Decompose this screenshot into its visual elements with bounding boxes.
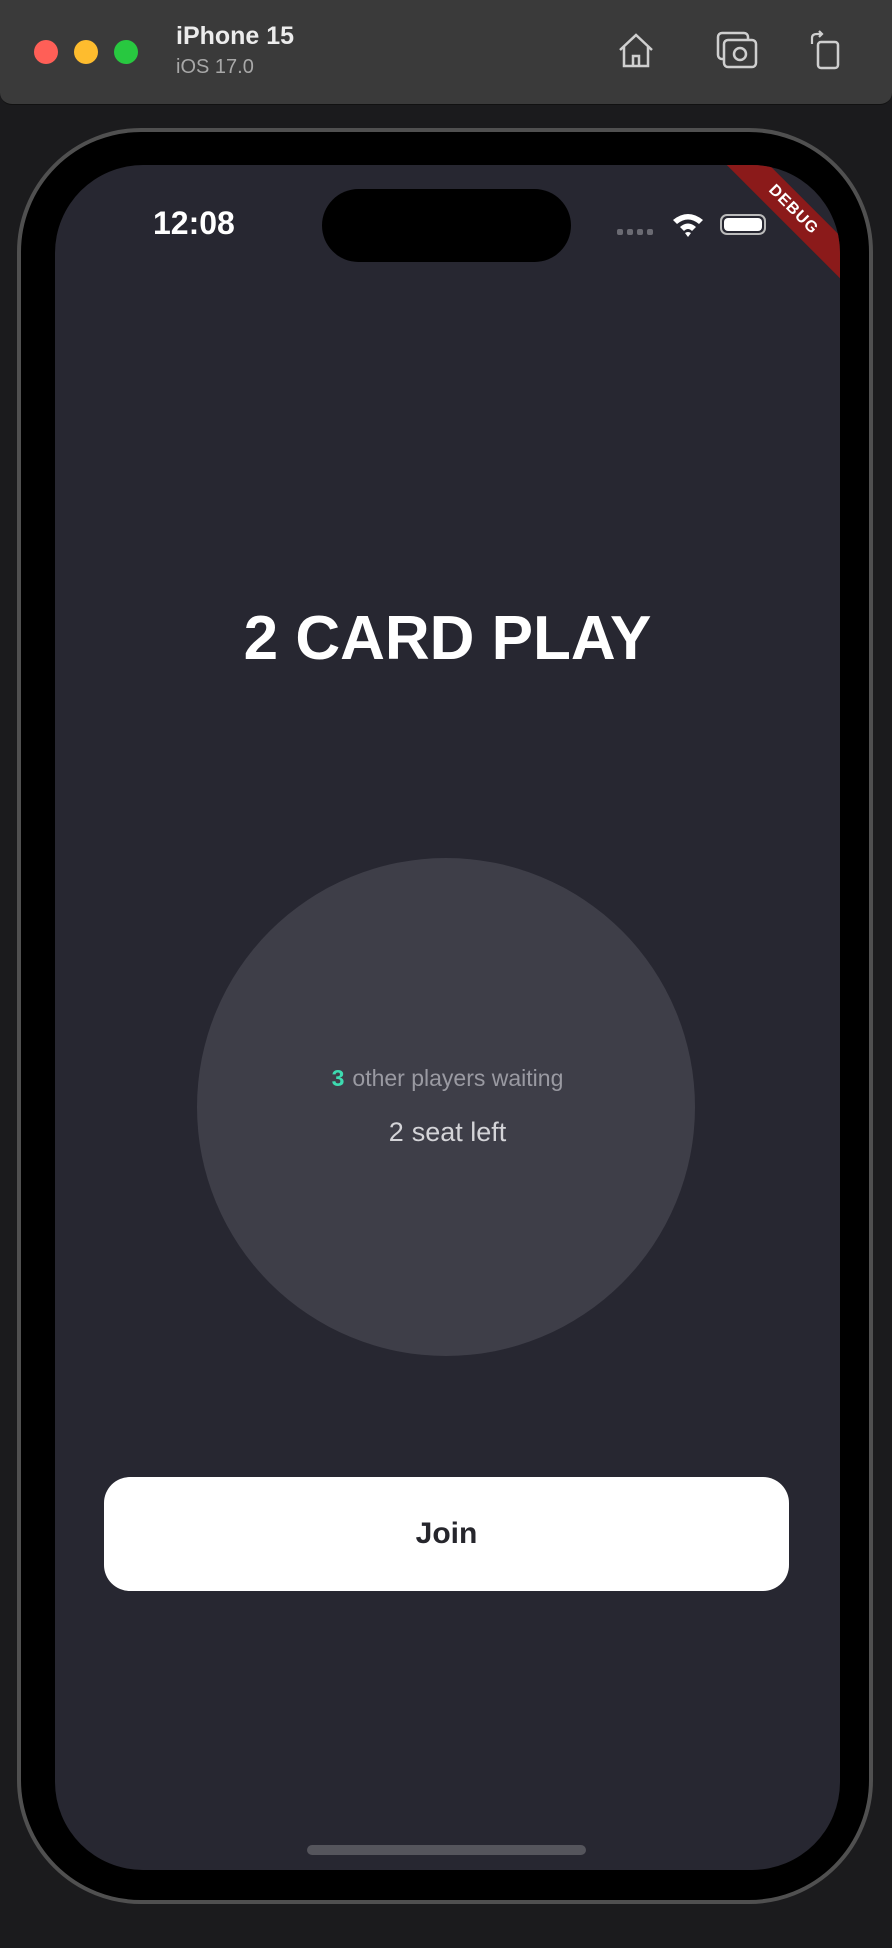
wifi-icon [673, 214, 703, 237]
home-indicator[interactable] [307, 1845, 586, 1855]
waiting-count: 3 [331, 1065, 345, 1091]
join-button[interactable]: Join [104, 1477, 789, 1591]
seats-label: seat left [411, 1117, 507, 1147]
rotate-icon[interactable] [804, 30, 848, 70]
window-zoom-button[interactable] [114, 40, 138, 64]
waiting-label: other players waiting [352, 1065, 564, 1091]
simulator-title-bar: iPhone 15 iOS 17.0 [0, 0, 892, 105]
cellular-signal-icon [617, 229, 653, 235]
os-version: iOS 17.0 [176, 56, 254, 78]
seats-left-text: 2 seat left [55, 1117, 840, 1148]
seats-count: 2 [388, 1117, 404, 1147]
window-close-button[interactable] [34, 40, 58, 64]
home-icon[interactable] [614, 30, 658, 70]
window-minimize-button[interactable] [74, 40, 98, 64]
device-name: iPhone 15 [176, 22, 295, 50]
battery-icon [720, 214, 766, 235]
waiting-room-circle [197, 858, 695, 1356]
screenshot-icon[interactable] [715, 30, 759, 70]
dynamic-island [322, 189, 571, 262]
phone-screen: 12:08 DEBUG 2 CARD PLAY 3 other players w… [55, 165, 840, 1870]
page-title: 2 CARD PLAY [243, 604, 652, 673]
status-time: 12:08 [153, 205, 235, 241]
players-waiting-text: 3 other players waiting [55, 1065, 840, 1092]
